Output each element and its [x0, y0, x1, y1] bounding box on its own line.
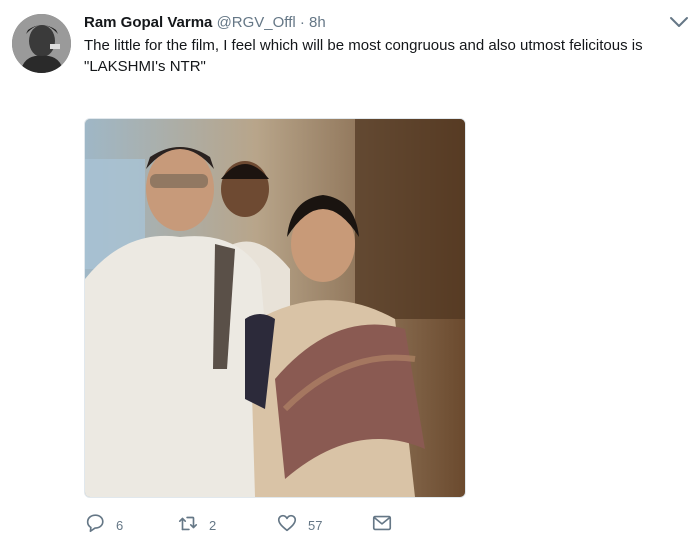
- chevron-down-icon[interactable]: [668, 14, 690, 30]
- retweet-icon: [177, 512, 199, 539]
- author-handle[interactable]: @RGV_Offl: [217, 14, 296, 31]
- tweet-actions: 6 2 57: [84, 512, 504, 538]
- tweet-time[interactable]: 8h: [309, 14, 326, 31]
- tweet-card: Ram Gopal Varma @RGV_Offl · 8h The littl…: [0, 0, 700, 549]
- tweet-photo[interactable]: [84, 118, 466, 498]
- tweet-text-title: "LAKSHMI's NTR": [84, 58, 206, 75]
- like-count: 57: [308, 518, 323, 533]
- photo-image: [85, 119, 465, 497]
- avatar-photo: [12, 14, 71, 73]
- like-button[interactable]: 57: [276, 512, 322, 539]
- retweet-count: 2: [209, 518, 217, 533]
- reply-count: 6: [116, 518, 124, 533]
- reply-button[interactable]: 6: [84, 512, 123, 539]
- author-name[interactable]: Ram Gopal Varma: [84, 14, 212, 31]
- reply-icon: [84, 512, 106, 539]
- heart-icon: [276, 512, 298, 539]
- avatar[interactable]: [12, 14, 71, 73]
- direct-message-button[interactable]: [371, 512, 393, 539]
- separator: ·: [299, 14, 305, 31]
- tweet-header: Ram Gopal Varma @RGV_Offl · 8h: [84, 13, 326, 33]
- envelope-icon: [371, 512, 393, 539]
- tweet-text-line: The little for the film, I feel which wi…: [84, 37, 643, 54]
- retweet-button[interactable]: 2: [177, 512, 216, 539]
- tweet-text: The little for the film, I feel which wi…: [84, 35, 644, 77]
